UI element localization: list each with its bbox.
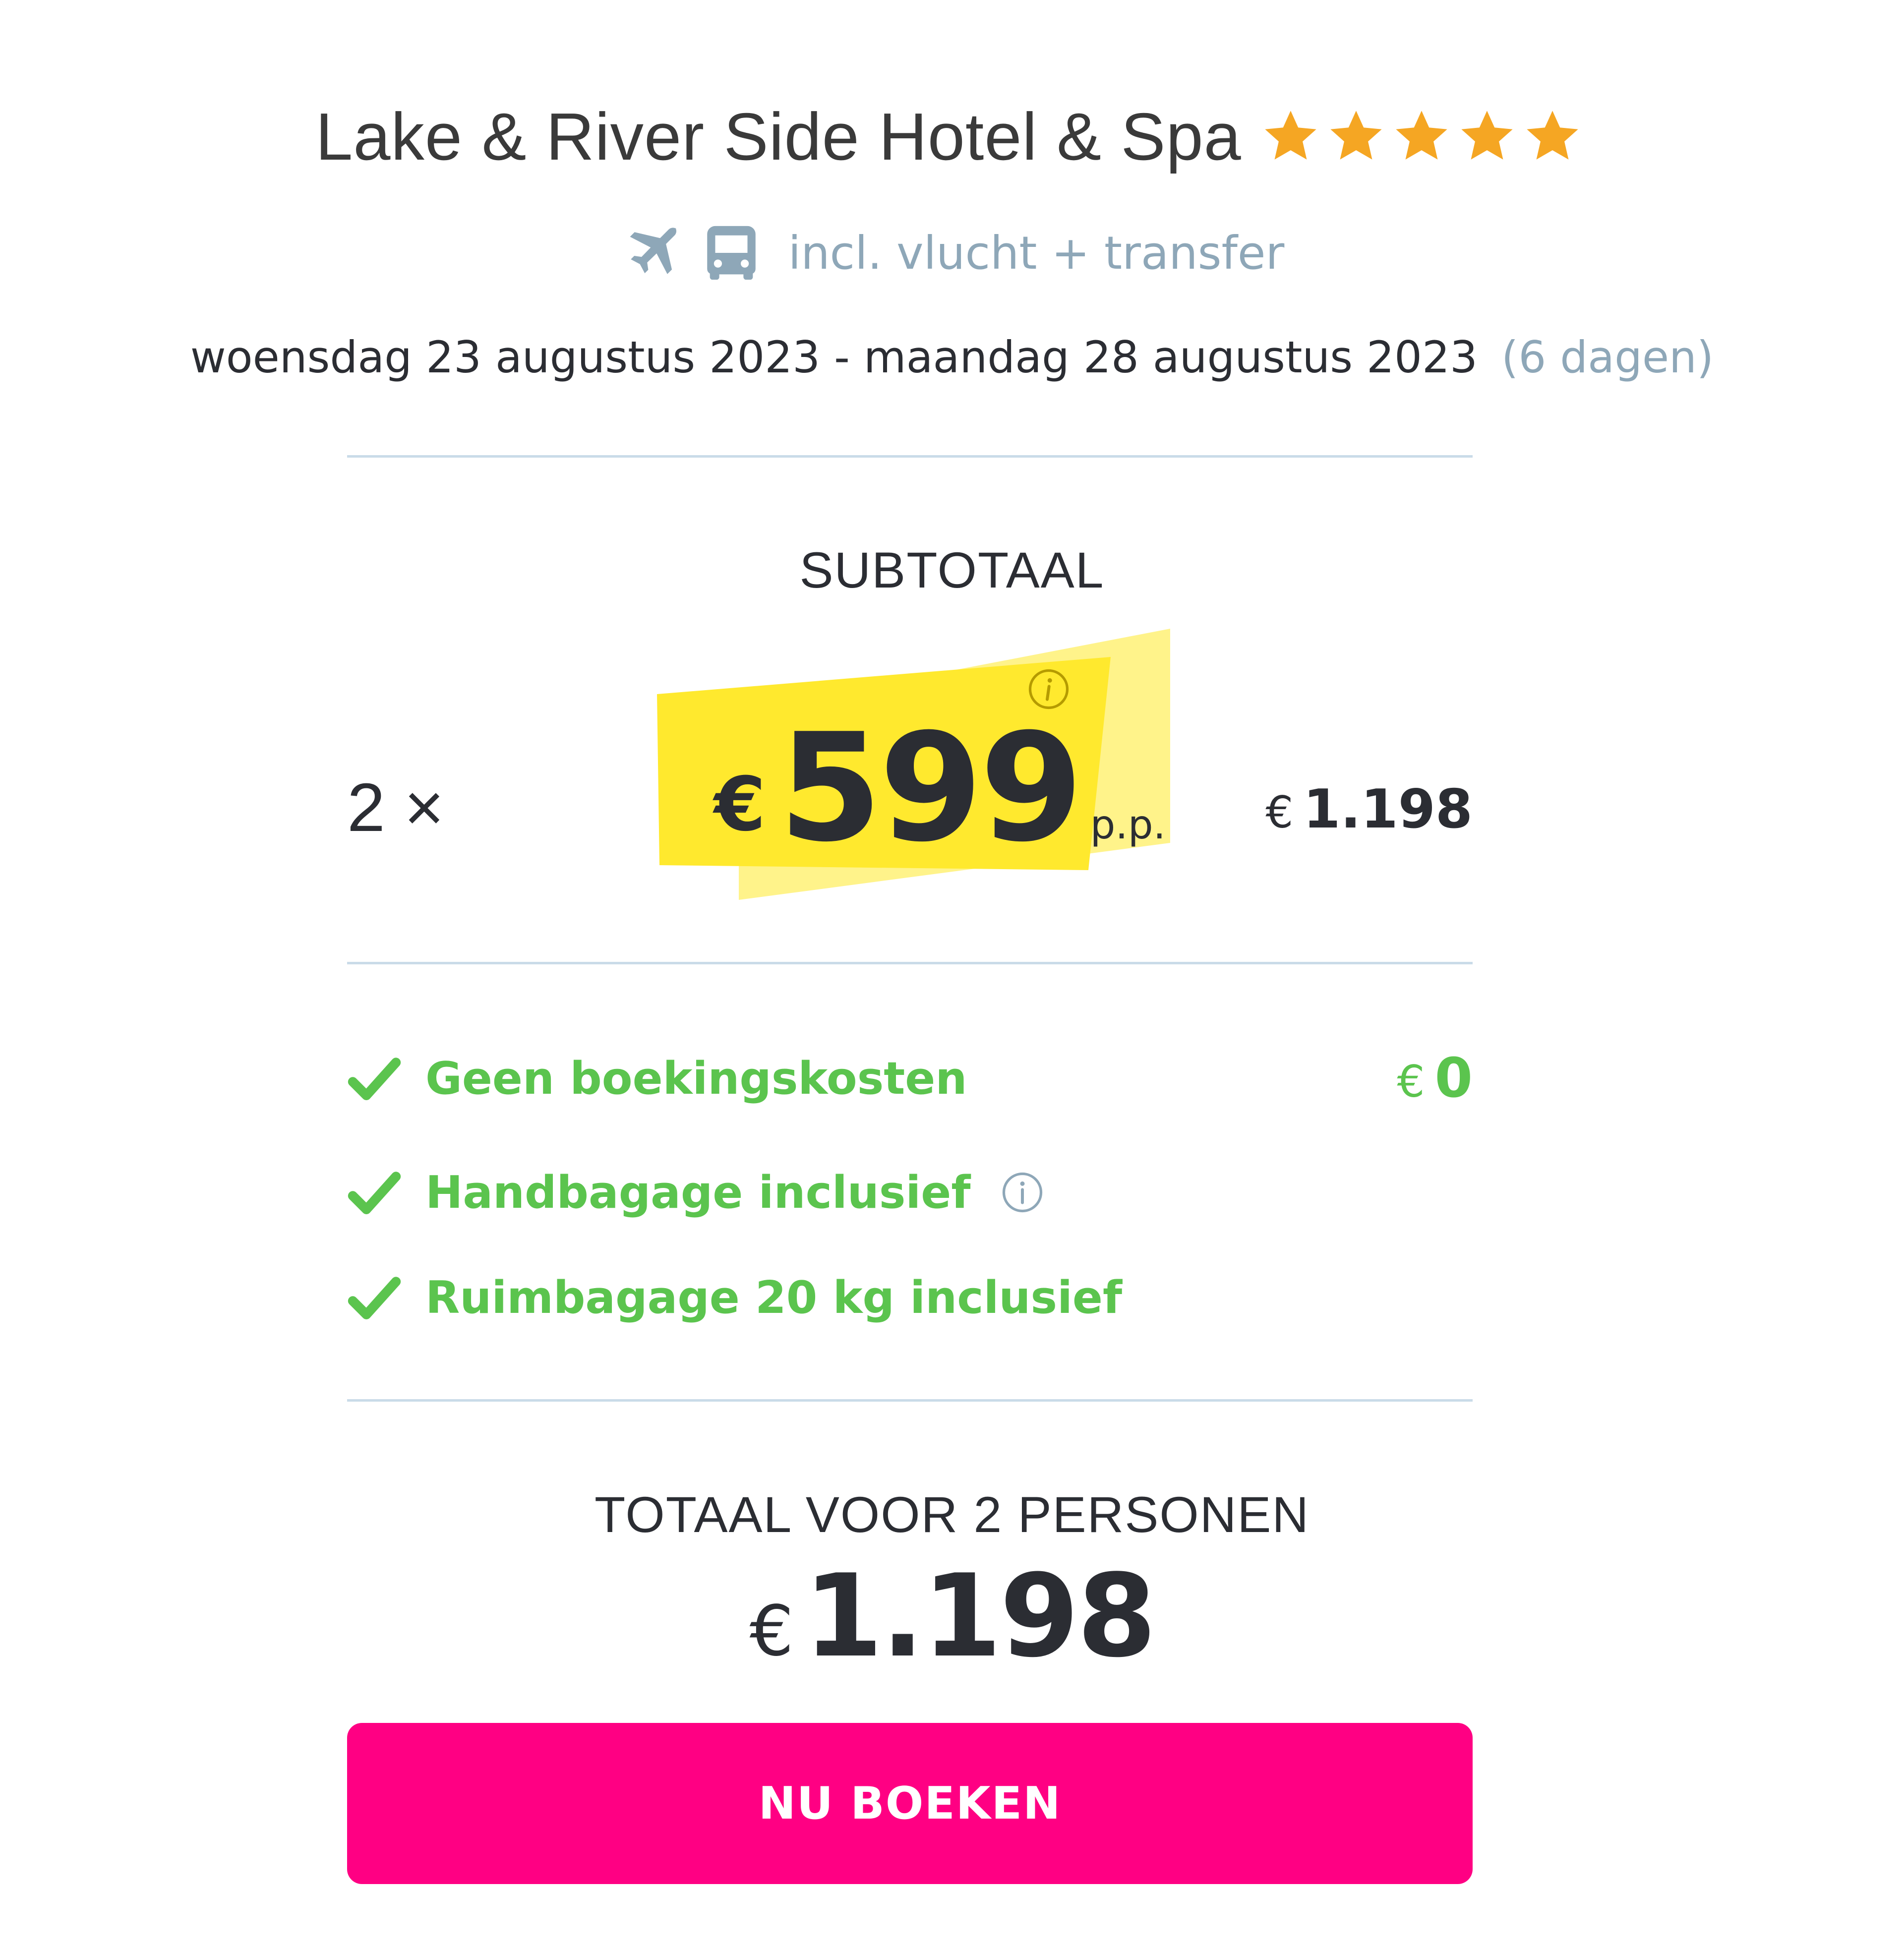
feature-hand-luggage: Handbagage inclusief <box>347 1160 1045 1225</box>
book-now-button[interactable]: NU BOEKEN <box>347 1723 1473 1884</box>
feature-booking-fee: Geen boekingskosten <box>347 1046 967 1111</box>
subtotal-label: SUBTOTAAL <box>799 541 1105 598</box>
check-icon <box>348 1277 401 1319</box>
feature-label: Ruimbagage 20 kg inclusief <box>425 1271 1123 1324</box>
hotel-name: Lake & River Side Hotel & Spa <box>315 99 1242 174</box>
transport-info: incl. vlucht + transfer <box>0 218 1904 288</box>
star-icon <box>1265 111 1316 160</box>
feature-label: Handbagage inclusief <box>425 1166 971 1219</box>
traveler-quantity: 2 × <box>347 769 444 846</box>
hotel-header: Lake & River Side Hotel & Spa <box>0 94 1904 178</box>
check-icon <box>348 1058 401 1100</box>
price-unit: p.p. <box>1090 802 1166 848</box>
subtotal-value: 1.198 <box>1303 778 1473 840</box>
divider <box>347 1399 1473 1402</box>
bus-icon <box>707 226 756 280</box>
travel-dates: woensdag 23 augustus 2023 - maandag 28 a… <box>0 327 1904 387</box>
total-label: TOTAAL VOOR 2 PERSONEN <box>594 1486 1310 1543</box>
price-amount: 599 <box>778 702 1083 875</box>
total-price: € 1.198 <box>0 1550 1904 1683</box>
plane-icon <box>630 227 677 274</box>
star-icon <box>1396 111 1447 160</box>
total-currency: € <box>749 1591 794 1672</box>
feature-hold-luggage: Ruimbagage 20 kg inclusief <box>347 1265 1122 1330</box>
star-icon <box>1461 111 1513 160</box>
trip-duration: (6 dagen) <box>1501 331 1714 383</box>
price-currency: € <box>714 762 766 848</box>
fee-value: 0 <box>1434 1046 1473 1110</box>
info-icon[interactable] <box>1000 1170 1045 1215</box>
transport-text: incl. vlucht + transfer <box>788 226 1285 280</box>
divider <box>347 455 1473 458</box>
date-range: woensdag 23 augustus 2023 - maandag 28 a… <box>190 331 1478 383</box>
feature-label: Geen boekingskosten <box>425 1052 967 1105</box>
booking-fee-amount: €0 <box>1397 1046 1473 1110</box>
check-icon <box>348 1172 401 1214</box>
star-icon <box>1527 111 1578 160</box>
price-per-person: € 599 p.p. <box>714 694 1166 863</box>
divider <box>347 962 1473 964</box>
total-amount: 1.198 <box>803 1550 1157 1683</box>
info-icon[interactable] <box>1026 667 1071 711</box>
subtotal-amount: €1.198 <box>1265 778 1473 840</box>
subtotal-currency: € <box>1265 787 1294 838</box>
star-icon <box>1330 111 1382 160</box>
star-rating <box>1261 107 1589 166</box>
fee-currency: € <box>1397 1056 1425 1107</box>
